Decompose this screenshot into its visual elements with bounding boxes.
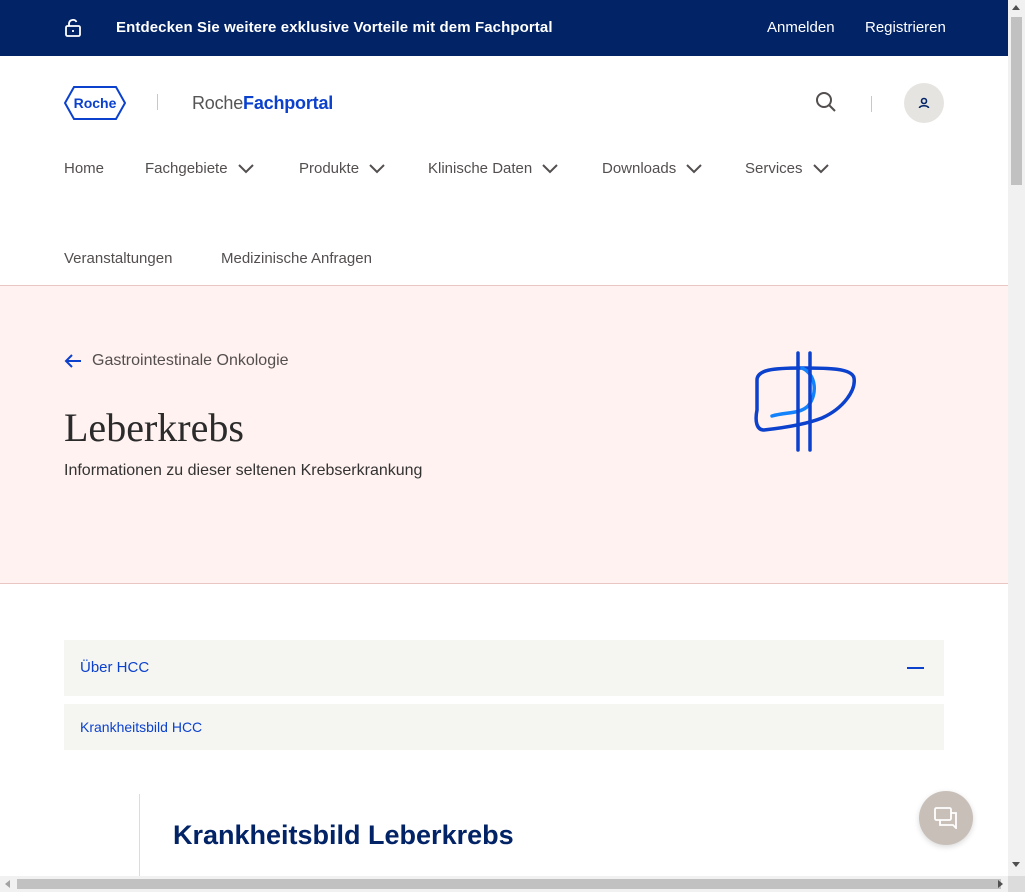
register-link[interactable]: Registrieren bbox=[865, 19, 946, 36]
chevron-down-icon bbox=[812, 163, 829, 173]
nav-item-veranstaltungen[interactable]: Veranstaltungen bbox=[64, 250, 172, 267]
site-header: Roche RocheFachportal Home Fachgebiete P… bbox=[0, 56, 1008, 286]
chevron-down-icon bbox=[542, 163, 558, 173]
vertical-scrollbar[interactable] bbox=[1008, 0, 1025, 876]
nav-item-home[interactable]: Home bbox=[64, 160, 104, 177]
nav-item-fachgebiete[interactable]: Fachgebiete bbox=[145, 160, 254, 177]
accordion-item-label: Krankheitsbild HCC bbox=[80, 719, 203, 735]
scroll-right-icon[interactable] bbox=[998, 880, 1003, 888]
page-subtitle: Informationen zu dieser seltenen Krebser… bbox=[64, 462, 423, 479]
breadcrumb-back-link[interactable]: Gastrointestinale Onkologie bbox=[64, 352, 289, 370]
scrollbar-corner bbox=[1008, 876, 1025, 892]
liver-icon bbox=[754, 351, 856, 452]
nav-label: Services bbox=[745, 160, 803, 177]
chat-icon bbox=[934, 807, 957, 829]
scroll-left-icon[interactable] bbox=[5, 880, 10, 888]
horizontal-scrollbar[interactable] bbox=[0, 876, 1008, 892]
promo-bar: Entdecken Sie weitere exklusive Vorteile… bbox=[0, 0, 1008, 56]
scroll-up-icon[interactable] bbox=[1012, 5, 1020, 10]
promo-text: Entdecken Sie weitere exklusive Vorteile… bbox=[116, 19, 553, 36]
hero-section: Gastrointestinale Onkologie Leberkrebs I… bbox=[0, 286, 1008, 584]
nav-label: Fachgebiete bbox=[145, 160, 228, 177]
section-title: Krankheitsbild Leberkrebs bbox=[173, 820, 514, 850]
arrow-left-icon bbox=[64, 354, 81, 368]
chevron-down-icon bbox=[237, 163, 254, 173]
nav-label: Produkte bbox=[299, 160, 360, 177]
page-title: Leberkrebs bbox=[64, 405, 244, 450]
accordion-item-krankheitsbild[interactable]: Krankheitsbild HCC bbox=[64, 704, 944, 750]
breadcrumb-label: Gastrointestinale Onkologie bbox=[92, 352, 289, 369]
logo-text: Roche bbox=[74, 95, 117, 111]
portal-suffix: Fachportal bbox=[243, 93, 334, 113]
portal-name[interactable]: RocheFachportal bbox=[192, 93, 333, 114]
accordion-header-label: Über HCC bbox=[80, 659, 150, 676]
scroll-down-icon[interactable] bbox=[1012, 862, 1020, 867]
nav-item-produkte[interactable]: Produkte bbox=[299, 160, 385, 177]
roche-logo[interactable]: Roche bbox=[64, 86, 126, 120]
login-link[interactable]: Anmelden bbox=[767, 19, 835, 36]
chevron-down-icon bbox=[686, 163, 702, 173]
nav-label: Downloads bbox=[602, 160, 677, 177]
nav-item-klinische-daten[interactable]: Klinische Daten bbox=[428, 160, 558, 177]
nav-item-downloads[interactable]: Downloads bbox=[602, 160, 702, 177]
chat-button[interactable] bbox=[919, 791, 973, 845]
user-icon bbox=[918, 97, 930, 109]
content-divider bbox=[139, 794, 140, 876]
logo-divider bbox=[157, 94, 158, 110]
icon-divider bbox=[871, 96, 872, 112]
accordion-header-ueber-hcc[interactable]: Über HCC bbox=[64, 640, 944, 696]
portal-prefix: Roche bbox=[192, 93, 244, 113]
nav-item-services[interactable]: Services bbox=[745, 160, 829, 177]
chevron-down-icon bbox=[369, 163, 385, 173]
nav-item-medizinische-anfragen[interactable]: Medizinische Anfragen bbox=[221, 250, 372, 267]
nav-label: Klinische Daten bbox=[428, 160, 533, 177]
user-account-button[interactable] bbox=[904, 83, 944, 123]
search-icon[interactable] bbox=[815, 91, 837, 113]
scrollbar-thumb[interactable] bbox=[1011, 17, 1022, 185]
unlock-icon bbox=[65, 19, 81, 37]
scrollbar-thumb[interactable] bbox=[17, 879, 1001, 889]
collapse-icon[interactable] bbox=[907, 667, 924, 669]
nav-label: Home bbox=[64, 160, 105, 177]
